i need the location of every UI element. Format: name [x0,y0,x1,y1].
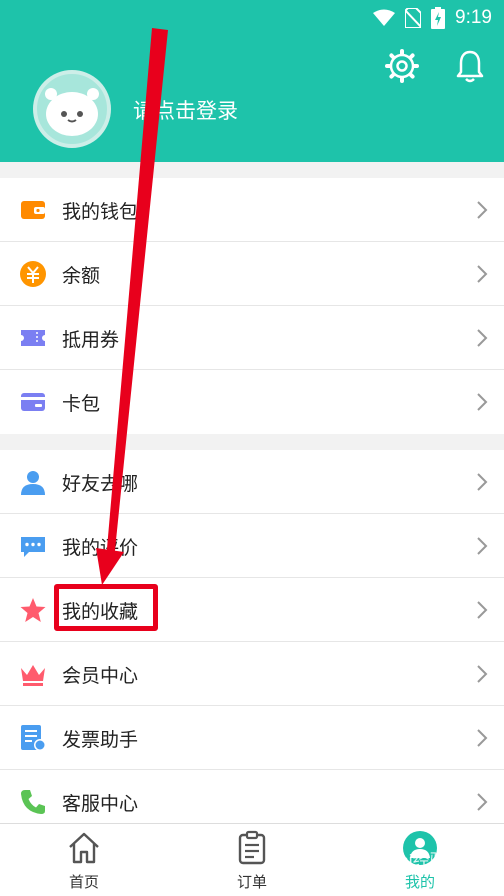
chevron-right-icon [477,473,488,491]
coupon-icon [21,330,45,346]
menu-item-label: 我的钱包 [62,201,139,223]
chevron-right-icon [477,793,488,811]
wallet-menu-group: 我的钱包 余额 抵用券 卡包 [0,178,504,434]
person-icon [21,471,45,495]
no-sim-icon [405,8,422,28]
card-icon [21,393,45,411]
tab-label: 订单 [236,873,267,891]
menu-item-coupon[interactable]: 抵用券 [0,306,504,370]
menu-item-label: 余额 [62,265,101,287]
watermark: Bai经验 [388,851,447,870]
wifi-icon [373,9,396,26]
menu-item-friends[interactable]: 好友去哪 [0,450,504,514]
crown-icon [21,665,45,686]
tab-label: 首页 [68,873,99,891]
tab-label: 我的 [404,873,435,891]
clock: 9:19 [455,7,492,28]
wallet-icon [21,201,45,219]
mascot-icon [45,88,99,136]
annotation-highlight-box [54,584,158,631]
invoice-icon [21,725,46,751]
chevron-right-icon [477,601,488,619]
menu-item-label: 会员中心 [62,665,139,687]
battery-charging-icon [431,7,446,29]
chevron-right-icon [477,393,488,411]
yuan-coin-icon [20,261,46,287]
menu-item-balance[interactable]: 余额 [0,242,504,306]
avatar[interactable] [33,70,111,148]
status-bar: 9:19 [373,6,492,30]
star-icon [20,598,46,622]
menu-item-card-pack[interactable]: 卡包 [0,370,504,434]
login-prompt[interactable]: 请点击登录 [133,95,238,125]
chevron-right-icon [477,329,488,347]
home-icon [69,832,99,864]
menu-item-reviews[interactable]: 我的评价 [0,514,504,578]
tab-home[interactable]: 首页 [0,824,168,896]
menu-item-label: 好友去哪 [62,473,139,495]
chevron-right-icon [477,537,488,555]
chevron-right-icon [477,665,488,683]
menu-item-label: 客服中心 [62,793,139,815]
chevron-right-icon [477,265,488,283]
menu-item-label: 我的评价 [62,537,139,559]
menu-item-invoice[interactable]: 发票助手 [0,706,504,770]
tab-orders[interactable]: 订单 [168,824,336,896]
menu-item-membership[interactable]: 会员中心 [0,642,504,706]
bell-icon[interactable] [452,48,488,84]
services-menu-group: 好友去哪 我的评价 我的收藏 会员中心 发票助手 客服中心 [0,450,504,834]
menu-item-label: 抵用券 [62,329,120,351]
menu-item-label: 卡包 [62,393,101,415]
clipboard-icon [238,830,266,865]
chevron-right-icon [477,729,488,747]
gear-icon[interactable] [384,48,420,84]
chevron-right-icon [477,201,488,219]
profile-header: 9:19 请点击登录 [0,0,504,162]
menu-item-label: 发票助手 [62,729,139,751]
phone-icon [21,790,45,814]
chat-bubble-icon [21,537,45,557]
menu-item-wallet[interactable]: 我的钱包 [0,178,504,242]
